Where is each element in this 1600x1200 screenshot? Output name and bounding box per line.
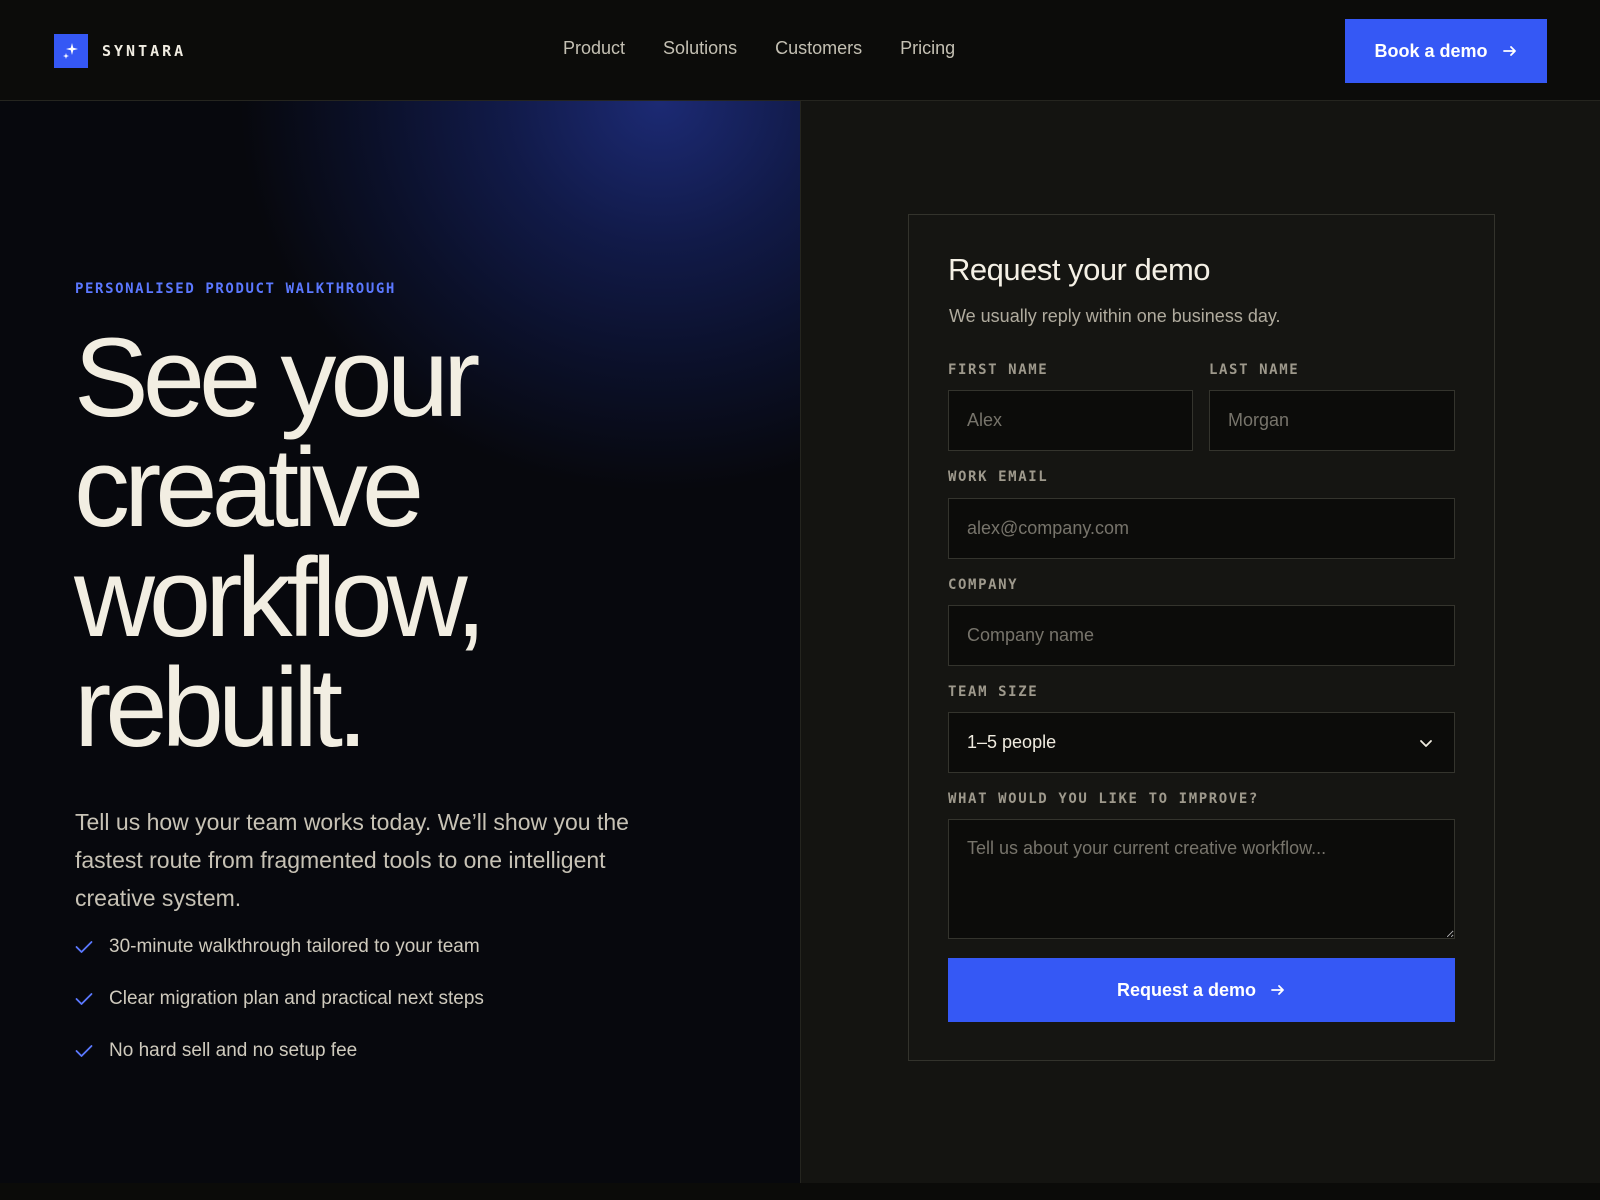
team-size-value: 1–5 people xyxy=(967,732,1057,752)
headline-line: workflow, xyxy=(74,535,487,660)
work-email-input[interactable] xyxy=(948,498,1455,559)
hero-eyebrow: PERSONALISED PRODUCT WALKTHROUGH xyxy=(75,281,396,297)
benefit-item: Clear migration plan and practical next … xyxy=(75,973,484,1025)
nav-link-pricing[interactable]: Pricing xyxy=(900,38,955,59)
headline-line: creative xyxy=(74,425,424,550)
brand-name: SYNTARA xyxy=(102,42,187,60)
check-icon xyxy=(75,1045,93,1057)
nav-link-customers[interactable]: Customers xyxy=(775,38,862,59)
benefit-item: No hard sell and no setup fee xyxy=(75,1025,484,1077)
team-size-select[interactable]: 1–5 people xyxy=(948,712,1455,773)
benefit-text: Clear migration plan and practical next … xyxy=(109,988,484,1009)
request-demo-button[interactable]: Request a demo xyxy=(948,958,1455,1022)
first-name-label: FIRST NAME xyxy=(948,362,1049,378)
last-name-label: LAST NAME xyxy=(1209,362,1300,378)
request-demo-label: Request a demo xyxy=(1116,979,1257,1000)
top-nav: SYNTARA Product Solutions Customers Pric… xyxy=(0,0,1600,101)
benefit-list: 30-minute walkthrough tailored to your t… xyxy=(75,921,484,1077)
nav-links: Product Solutions Customers Pricing xyxy=(563,38,993,59)
nav-link-product[interactable]: Product xyxy=(563,38,625,59)
brand-logo[interactable]: SYNTARA xyxy=(54,34,186,68)
nav-link-solutions[interactable]: Solutions xyxy=(663,38,737,59)
arrow-right-icon xyxy=(1271,985,1284,995)
improve-textarea[interactable] xyxy=(948,819,1455,939)
benefit-text: 30-minute walkthrough tailored to your t… xyxy=(109,936,480,957)
company-input[interactable] xyxy=(948,605,1455,666)
check-icon xyxy=(75,993,93,1005)
form-subtitle: We usually reply within one business day… xyxy=(949,306,1281,326)
form-title: Request your demo xyxy=(948,252,1211,287)
book-demo-button[interactable]: Book a demo xyxy=(1345,19,1547,83)
sparkles-icon xyxy=(54,34,88,68)
team-size-label: TEAM SIZE xyxy=(948,684,1039,700)
benefit-text: No hard sell and no setup fee xyxy=(109,1040,358,1061)
book-demo-label: Book a demo xyxy=(1374,40,1488,61)
company-label: COMPANY xyxy=(948,577,1019,593)
last-name-input[interactable] xyxy=(1209,390,1455,451)
first-name-input[interactable] xyxy=(948,390,1193,451)
hero-headline: See your creative workflow, rebuilt. xyxy=(74,322,774,764)
arrow-right-icon xyxy=(1502,46,1516,56)
headline-line: See your xyxy=(74,315,480,440)
demo-request-form: Request your demo We usually reply withi… xyxy=(908,214,1495,1061)
work-email-label: WORK EMAIL xyxy=(948,469,1049,485)
hero-description: Tell us how your team works today. We’ll… xyxy=(75,809,629,911)
benefit-item: 30-minute walkthrough tailored to your t… xyxy=(75,921,484,973)
chevron-down-icon xyxy=(1420,740,1432,747)
hero-section: PERSONALISED PRODUCT WALKTHROUGH See you… xyxy=(0,101,801,1183)
form-panel: Request your demo We usually reply withi… xyxy=(801,101,1600,1183)
check-icon xyxy=(75,941,93,953)
improve-label: WHAT WOULD YOU LIKE TO IMPROVE? xyxy=(948,791,1259,807)
headline-line: rebuilt. xyxy=(74,645,368,770)
